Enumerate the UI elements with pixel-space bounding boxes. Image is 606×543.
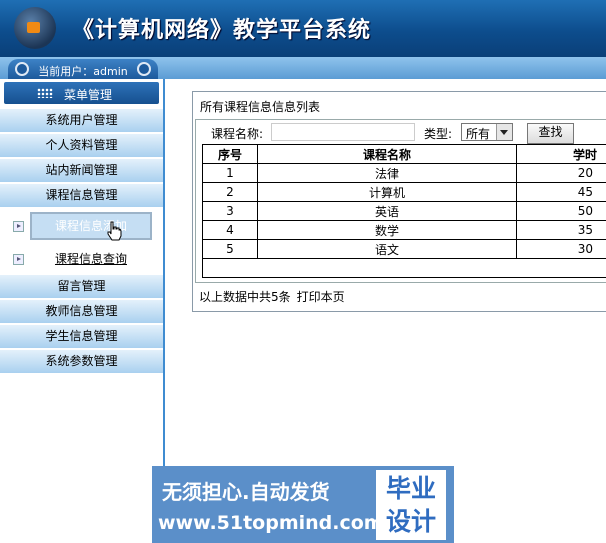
cell-course-name: 英语 [257, 201, 517, 221]
empty-cell [202, 258, 606, 278]
type-label: 类型: [424, 127, 453, 141]
watermark-banner: 无须担心.自动发货 www.51topmind.com 毕业设计 [152, 466, 454, 543]
table-header-row: 序号 课程名称 学时 [202, 144, 606, 164]
app-title: 《计算机网络》教学平台系统 [72, 17, 372, 43]
print-page-link[interactable]: 打印本页 [297, 290, 345, 304]
type-select-value: 所有 [466, 127, 491, 141]
watermark-url: www.51topmind.com [158, 512, 384, 534]
sidebar-item-students[interactable]: 学生信息管理 [0, 325, 163, 349]
table-row: 1 法律 20 [202, 163, 606, 183]
sidebar-subitem-add-course[interactable]: 课程信息添加 [0, 212, 163, 240]
sidebar-subitem-query-course[interactable]: 课程信息查询 [0, 245, 163, 273]
cell-course-name: 法律 [257, 163, 517, 183]
hand-cursor-icon [107, 221, 122, 241]
column-header-index: 序号 [202, 144, 258, 164]
cell-course-name: 数学 [257, 220, 517, 240]
sidebar-subitem-label[interactable]: 课程信息查询 [30, 245, 152, 273]
cell-index: 3 [202, 201, 258, 221]
watermark-badge: 毕业设计 [376, 470, 446, 540]
sidebar-item-news[interactable]: 站内新闻管理 [0, 159, 163, 183]
type-select[interactable]: 所有 [461, 123, 513, 141]
watermark-badge-text: 毕业设计 [385, 474, 436, 536]
chevron-down-icon[interactable] [496, 124, 512, 140]
panel-body: 课程名称: 类型: 所有 查找 序号 课程名称 学时 1 法律 20 2 计算机… [195, 119, 606, 283]
sidebar-subitem-label[interactable]: 课程信息添加 [30, 212, 152, 240]
cell-hours: 20 [516, 163, 606, 183]
search-button[interactable]: 查找 [527, 123, 574, 144]
cell-course-name: 语文 [257, 239, 517, 259]
app-logo-icon [14, 7, 56, 49]
search-row: 课程名称: 类型: 所有 查找 [196, 123, 606, 144]
sidebar-item-system-users[interactable]: 系统用户管理 [0, 109, 163, 133]
cell-index: 1 [202, 163, 258, 183]
current-user-label: 当前用户：admin [38, 65, 128, 78]
grid-icon [37, 88, 53, 98]
cell-hours: 30 [516, 239, 606, 259]
menu-header-label: 菜单管理 [64, 88, 113, 102]
cell-index: 4 [202, 220, 258, 240]
watermark-slogan: 无须担心.自动发货 [162, 480, 330, 504]
menu-header[interactable]: 菜单管理 [4, 82, 159, 104]
cell-index: 2 [202, 182, 258, 202]
course-name-label: 课程名称: [211, 127, 264, 141]
logo-mark [27, 22, 40, 33]
sidebar-item-courses[interactable]: 课程信息管理 [0, 184, 163, 208]
course-name-input[interactable] [271, 123, 415, 141]
column-header-hours: 学时 [516, 144, 606, 164]
sidebar-item-settings[interactable]: 系统参数管理 [0, 350, 163, 374]
table-footer: 以上数据中共5条 打印本页 [199, 288, 351, 305]
cell-index: 5 [202, 239, 258, 259]
sidebar-item-messages[interactable]: 留言管理 [0, 275, 163, 299]
cell-hours: 45 [516, 182, 606, 202]
current-user-box: 当前用户：admin [8, 59, 158, 79]
panel-title: 所有课程信息信息列表 [200, 100, 321, 114]
app-header: 《计算机网络》教学平台系统 [0, 0, 606, 57]
cell-course-name: 计算机 [257, 182, 517, 202]
expand-arrow-icon [13, 254, 24, 265]
table-row: 4 数学 35 [202, 220, 606, 240]
course-list-panel: 所有课程信息信息列表 课程名称: 类型: 所有 查找 序号 课程名称 学时 1 … [192, 91, 606, 312]
table-row: 2 计算机 45 [202, 182, 606, 202]
table-row: 5 语文 30 [202, 239, 606, 259]
sidebar: 菜单管理 系统用户管理 个人资料管理 站内新闻管理 课程信息管理 课程信息添加 … [0, 79, 165, 543]
sidebar-item-teachers[interactable]: 教师信息管理 [0, 300, 163, 324]
table-empty-row [202, 258, 606, 278]
sidebar-item-profile[interactable]: 个人资料管理 [0, 134, 163, 158]
cell-hours: 35 [516, 220, 606, 240]
course-table: 序号 课程名称 学时 1 法律 20 2 计算机 45 3 英语 50 4 数学… [202, 144, 606, 278]
table-row: 3 英语 50 [202, 201, 606, 221]
cell-hours: 50 [516, 201, 606, 221]
expand-arrow-icon [13, 221, 24, 232]
column-header-course-name: 课程名称 [257, 144, 517, 164]
ring-icon [137, 62, 151, 76]
record-count-text: 以上数据中共5条 [199, 290, 291, 304]
